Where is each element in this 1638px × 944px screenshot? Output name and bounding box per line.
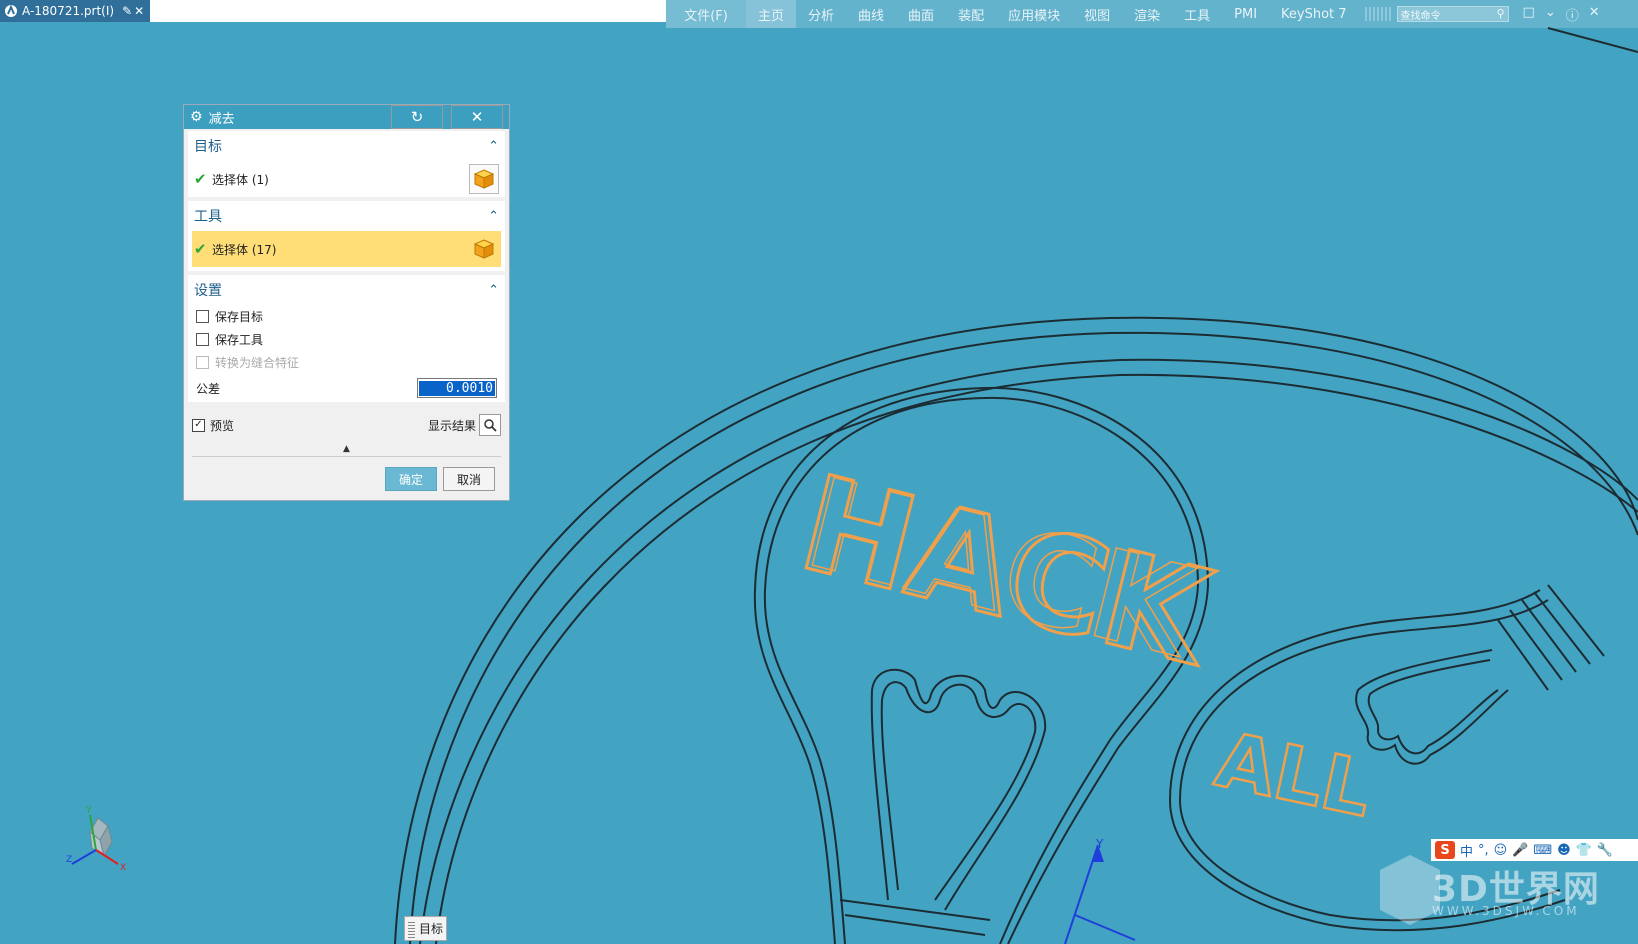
show-result-label: 显示结果: [427, 418, 476, 433]
triad-z-label: Z: [66, 855, 72, 865]
ime-toolbar: S 中 °, ☺ 🎤 ⌨ ☻ 👕 🔧: [1431, 839, 1638, 861]
target-section-header: 目标: [194, 139, 222, 155]
check-icon: ✔: [194, 240, 207, 258]
user-icon[interactable]: ☻: [1557, 843, 1571, 858]
target-section: 目标 ⌃ ✔ 选择体 (1): [188, 131, 505, 197]
tool-select-row[interactable]: ✔ 选择体 (17): [192, 231, 501, 267]
selection-tag-label: 目标: [419, 922, 444, 936]
convert-sew-label: 转换为缝合特征: [215, 356, 300, 370]
gear-icon[interactable]: ⚙: [190, 109, 203, 125]
tolerance-label: 公差: [196, 381, 221, 396]
hack-emboss-inner-text: HACK: [794, 452, 1208, 686]
select-body-cube-icon[interactable]: [469, 234, 499, 264]
microphone-icon[interactable]: 🎤: [1512, 843, 1528, 858]
dialog-buttons: 确定 取消: [184, 457, 509, 491]
triad-y-label: Y: [85, 806, 92, 816]
close-dialog-icon[interactable]: ✕: [451, 105, 503, 129]
emoji-icon[interactable]: ☺: [1494, 843, 1508, 858]
tolerance-value: 0.0010: [419, 380, 495, 396]
skin-icon[interactable]: 👕: [1576, 843, 1592, 858]
check-icon: ✔: [194, 170, 207, 188]
punctuation-icon[interactable]: °,: [1478, 843, 1489, 858]
dialog-title-bar[interactable]: ⚙ 减去 ↻ ✕: [184, 105, 509, 129]
y-axis-label: Y: [1095, 837, 1104, 851]
selection-intent-tag[interactable]: 目标: [404, 916, 447, 941]
triad-x-label: X: [120, 863, 126, 873]
target-select-label: 选择体 (1): [212, 172, 269, 187]
expand-more-icon[interactable]: ▲: [192, 442, 501, 457]
keep-tool-checkbox[interactable]: 保存工具: [188, 328, 505, 351]
watermark-url: WWW.3DSJW.COM: [1432, 904, 1580, 918]
checkbox-icon[interactable]: [196, 333, 209, 346]
collapse-target-icon[interactable]: ⌃: [488, 139, 499, 154]
tool-section-header: 工具: [194, 209, 222, 225]
show-result-magnifier-icon[interactable]: [479, 414, 501, 436]
sogou-logo-icon[interactable]: S: [1435, 841, 1455, 859]
target-select-row[interactable]: ✔ 选择体 (1): [188, 161, 505, 197]
tolerance-input[interactable]: 0.0010: [417, 378, 497, 398]
cancel-button[interactable]: 取消: [443, 467, 495, 491]
select-body-cube-icon[interactable]: [469, 164, 499, 194]
tool-select-label: 选择体 (17): [212, 242, 277, 257]
checkbox-icon: [196, 356, 209, 369]
preview-checkbox[interactable]: ✓: [192, 418, 205, 432]
tool-section: 工具 ⌃ ✔ 选择体 (17): [188, 201, 505, 271]
preview-label: 预览: [210, 418, 235, 433]
ok-button[interactable]: 确定: [385, 467, 437, 491]
keep-tool-label: 保存工具: [215, 333, 264, 347]
keyboard-icon[interactable]: ⌨: [1533, 843, 1552, 858]
settings-section: 设置 ⌃ 保存目标 保存工具 转换为缝合特征 公差 0.0010: [188, 275, 505, 402]
preview-row: ✓ 预览 显示结果: [184, 410, 509, 440]
settings-section-header: 设置: [194, 283, 222, 299]
drag-handle-icon[interactable]: [408, 919, 415, 938]
checkbox-icon[interactable]: [196, 310, 209, 323]
collapse-tool-icon[interactable]: ⌃: [488, 209, 499, 224]
dialog-title: 减去: [208, 111, 235, 127]
keep-target-label: 保存目标: [215, 310, 264, 324]
subtract-dialog: ⚙ 减去 ↻ ✕ 目标 ⌃ ✔ 选择体 (1) 工具 ⌃ ✔ 选择体 (17): [183, 104, 510, 501]
keep-target-checkbox[interactable]: 保存目标: [188, 305, 505, 328]
ime-lang-toggle[interactable]: 中: [1460, 841, 1473, 860]
convert-sew-checkbox: 转换为缝合特征: [188, 351, 505, 374]
all-emboss-text: ALL: [1209, 715, 1380, 834]
tolerance-row: 公差 0.0010: [188, 374, 505, 402]
collapse-settings-icon[interactable]: ⌃: [488, 283, 499, 298]
wrench-icon[interactable]: 🔧: [1597, 843, 1613, 858]
reset-icon[interactable]: ↻: [391, 105, 443, 129]
view-triad-icon[interactable]: Y Z X: [66, 806, 126, 873]
